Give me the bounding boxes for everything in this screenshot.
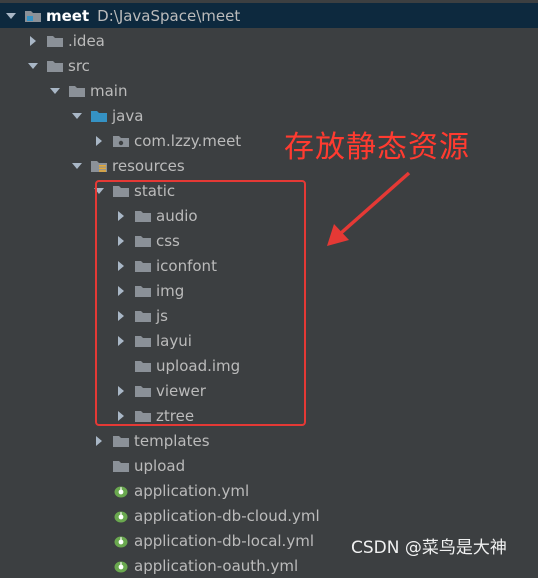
pointer-arrow	[327, 171, 411, 246]
watermark: CSDN @菜鸟是大神	[351, 538, 507, 558]
annotation-text: 存放静态资源	[284, 130, 470, 165]
